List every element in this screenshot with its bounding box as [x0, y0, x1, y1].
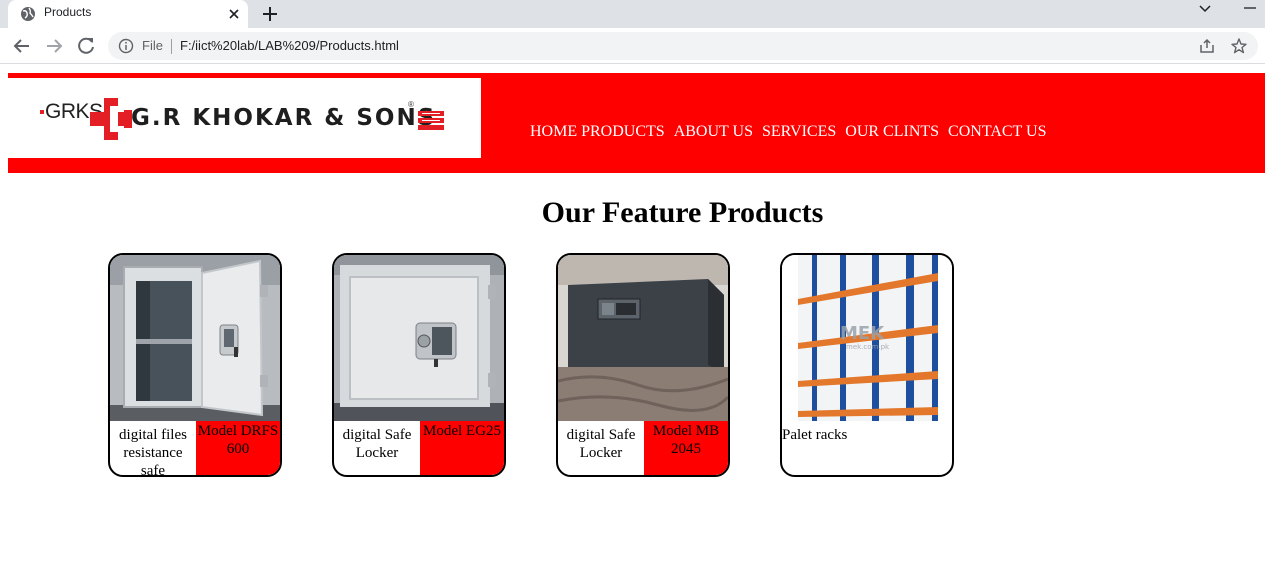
- address-bar[interactable]: File F:/iict%20lab/LAB%209/Products.html: [108, 32, 1258, 60]
- browser-tab[interactable]: Products: [8, 0, 248, 28]
- product-model: Model DRFS 600: [196, 421, 280, 475]
- site-header: GRKS G.R KHOKAR & SONS ® HOME PRODUCTS A…: [8, 73, 1265, 173]
- new-tab-icon[interactable]: [258, 2, 282, 26]
- product-card[interactable]: MEK mek.com.pk Palet racks: [780, 253, 954, 477]
- info-icon[interactable]: [118, 38, 134, 54]
- nav-our-clints[interactable]: OUR CLINTS: [845, 123, 939, 141]
- address-divider: [171, 39, 172, 54]
- scheme-label: File: [142, 38, 163, 53]
- main-nav: HOME PRODUCTS ABOUT US SERVICES OUR CLIN…: [530, 123, 1055, 141]
- back-arrow-icon[interactable]: [10, 34, 34, 58]
- star-icon[interactable]: [1230, 37, 1248, 55]
- open-safe-photo: [110, 255, 280, 421]
- url-text[interactable]: F:/iict%20lab/LAB%209/Products.html: [180, 38, 399, 53]
- product-card[interactable]: digital Safe Locker Model MB 2045: [556, 253, 730, 477]
- forward-arrow-icon[interactable]: [42, 34, 66, 58]
- browser-tabstrip: Products: [0, 0, 1265, 28]
- product-model: Model EG25: [420, 421, 504, 475]
- product-card[interactable]: digital files resistance safe Model DRFS…: [108, 253, 282, 477]
- product-card[interactable]: digital Safe Locker Model EG25: [332, 253, 506, 477]
- tab-title: Products: [44, 5, 92, 19]
- logo-company-name: G.R KHOKAR & SONS: [131, 105, 437, 131]
- logo-dot: [40, 110, 44, 114]
- share-icon[interactable]: [1198, 37, 1216, 55]
- nav-home[interactable]: HOME: [530, 123, 577, 141]
- watermark-text: MEK: [840, 323, 885, 344]
- product-model: Model MB 2045: [644, 421, 728, 475]
- globe-icon: [21, 7, 35, 21]
- pallet-racks-photo: MEK mek.com.pk: [782, 255, 952, 421]
- nav-about-us[interactable]: ABOUT US: [674, 123, 753, 141]
- reload-icon[interactable]: [74, 34, 98, 58]
- closed-safe-photo: [334, 255, 504, 421]
- product-name: Palet racks: [782, 427, 848, 443]
- close-icon[interactable]: [224, 4, 244, 24]
- logo-cross-icon: [90, 98, 132, 140]
- logo[interactable]: GRKS G.R KHOKAR & SONS ®: [8, 78, 481, 158]
- page-title: Our Feature Products: [541, 196, 824, 229]
- product-name: digital files resistance safe: [119, 427, 187, 477]
- dark-safe-photo: [558, 255, 728, 421]
- minimize-icon[interactable]: [1240, 0, 1260, 20]
- product-name: digital Safe Locker: [566, 427, 636, 461]
- product-name: digital Safe Locker: [342, 427, 412, 461]
- nav-contact-us[interactable]: CONTACT US: [948, 123, 1046, 141]
- watermark-subtext: mek.com.pk: [846, 343, 890, 351]
- logo-stripes-icon: [418, 111, 444, 130]
- registered-mark: ®: [408, 100, 414, 109]
- chevron-down-icon[interactable]: [1195, 0, 1215, 20]
- browser-toolbar: File F:/iict%20lab/LAB%209/Products.html: [0, 28, 1265, 64]
- nav-services[interactable]: SERVICES: [762, 123, 836, 141]
- nav-products[interactable]: PRODUCTS: [581, 123, 665, 141]
